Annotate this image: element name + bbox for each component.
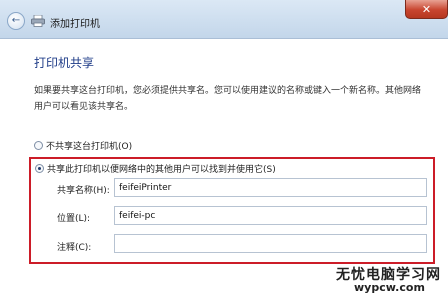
title-bar: ← 添加打印机 ✕: [0, 0, 448, 39]
back-button[interactable]: ←: [7, 12, 25, 30]
share-name-input[interactable]: [114, 178, 427, 197]
close-button[interactable]: ✕: [405, 0, 448, 19]
radio-do-not-share-label[interactable]: 不共享这台打印机(O): [46, 139, 132, 152]
close-icon: ✕: [421, 2, 432, 16]
radio-circle-icon[interactable]: [34, 141, 43, 150]
back-arrow-icon: ←: [11, 15, 21, 26]
share-name-label: 共享名称(H):: [57, 186, 110, 196]
radio-do-not-share[interactable]: 不共享这台打印机(O): [34, 139, 132, 152]
comment-label: 注释(C):: [57, 243, 92, 253]
radio-share-printer[interactable]: 共享此打印机以便网络中的其他用户可以找到并使用它(S): [35, 162, 276, 175]
page-heading: 打印机共享: [34, 56, 95, 70]
comment-input[interactable]: [114, 234, 427, 253]
window-title: 添加打印机: [50, 19, 100, 30]
radio-share-printer-label[interactable]: 共享此打印机以便网络中的其他用户可以找到并使用它(S): [47, 162, 276, 175]
radio-selected-icon[interactable]: [35, 164, 44, 173]
description-text: 如果要共享这台打印机，您必须提供共享名。您可以使用建议的名称或键入一个新名称。其…: [34, 86, 422, 112]
location-input[interactable]: [114, 206, 427, 225]
printer-icon: [31, 15, 45, 27]
watermark-url: wypcw.com: [354, 281, 425, 294]
location-label: 位置(L):: [57, 214, 91, 224]
